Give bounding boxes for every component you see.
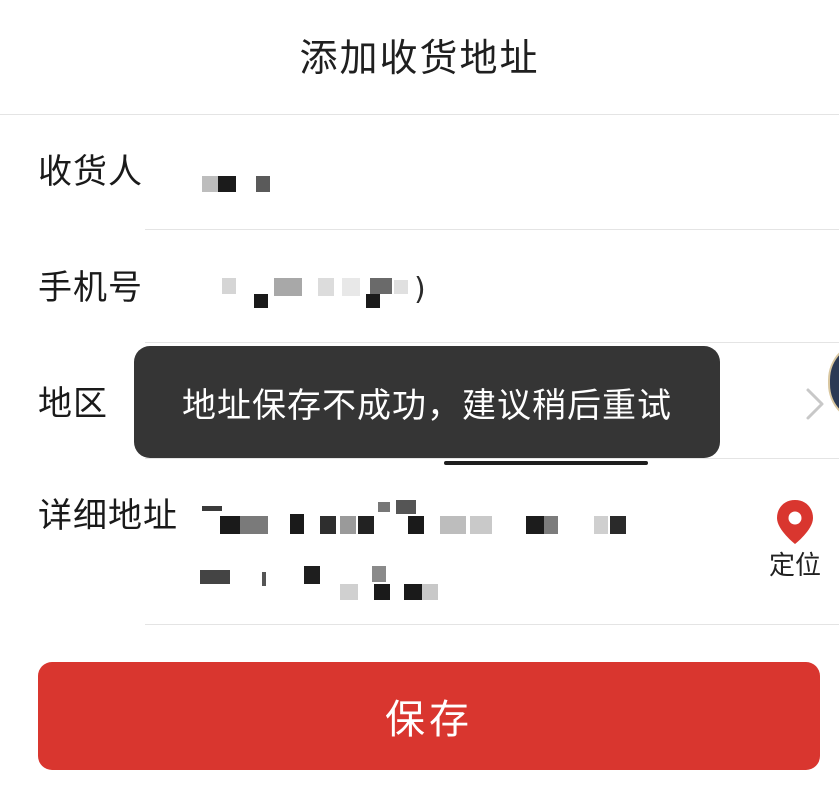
add-address-sheet: 添加收货地址 收货人 手机号 ) 地区 详细地址 定位 保存 地址保存不成功，建… bbox=[0, 0, 839, 800]
chevron-right-icon[interactable] bbox=[800, 384, 830, 424]
row-divider-3 bbox=[145, 458, 839, 459]
region-underline-accent bbox=[444, 461, 648, 465]
detail-address-line1-redacted[interactable] bbox=[200, 494, 640, 540]
detail-address-label: 详细地址 bbox=[38, 496, 178, 536]
region-label: 地区 bbox=[38, 384, 108, 424]
location-pin-icon bbox=[777, 500, 813, 544]
recipient-value-redacted[interactable] bbox=[200, 170, 280, 200]
detail-address-line2-redacted[interactable] bbox=[200, 560, 460, 606]
phone-trailing-char: ) bbox=[414, 272, 426, 307]
save-button[interactable]: 保存 bbox=[38, 662, 820, 770]
header: 添加收货地址 bbox=[0, 0, 839, 114]
row-divider-2 bbox=[145, 342, 839, 343]
locate-label: 定位 bbox=[768, 551, 821, 581]
error-toast: 地址保存不成功，建议稍后重试 bbox=[134, 346, 720, 458]
header-divider bbox=[0, 114, 839, 115]
phone-value-redacted[interactable] bbox=[218, 274, 418, 314]
save-button-label: 保存 bbox=[385, 697, 473, 743]
phone-label: 手机号 bbox=[38, 268, 143, 308]
recipient-label: 收货人 bbox=[38, 152, 143, 192]
row-divider-4 bbox=[145, 624, 839, 625]
page-title: 添加收货地址 bbox=[299, 35, 540, 80]
row-divider-1 bbox=[145, 229, 839, 230]
locate-button[interactable]: 定位 bbox=[760, 498, 830, 588]
toast-message: 地址保存不成功，建议稍后重试 bbox=[182, 385, 672, 426]
